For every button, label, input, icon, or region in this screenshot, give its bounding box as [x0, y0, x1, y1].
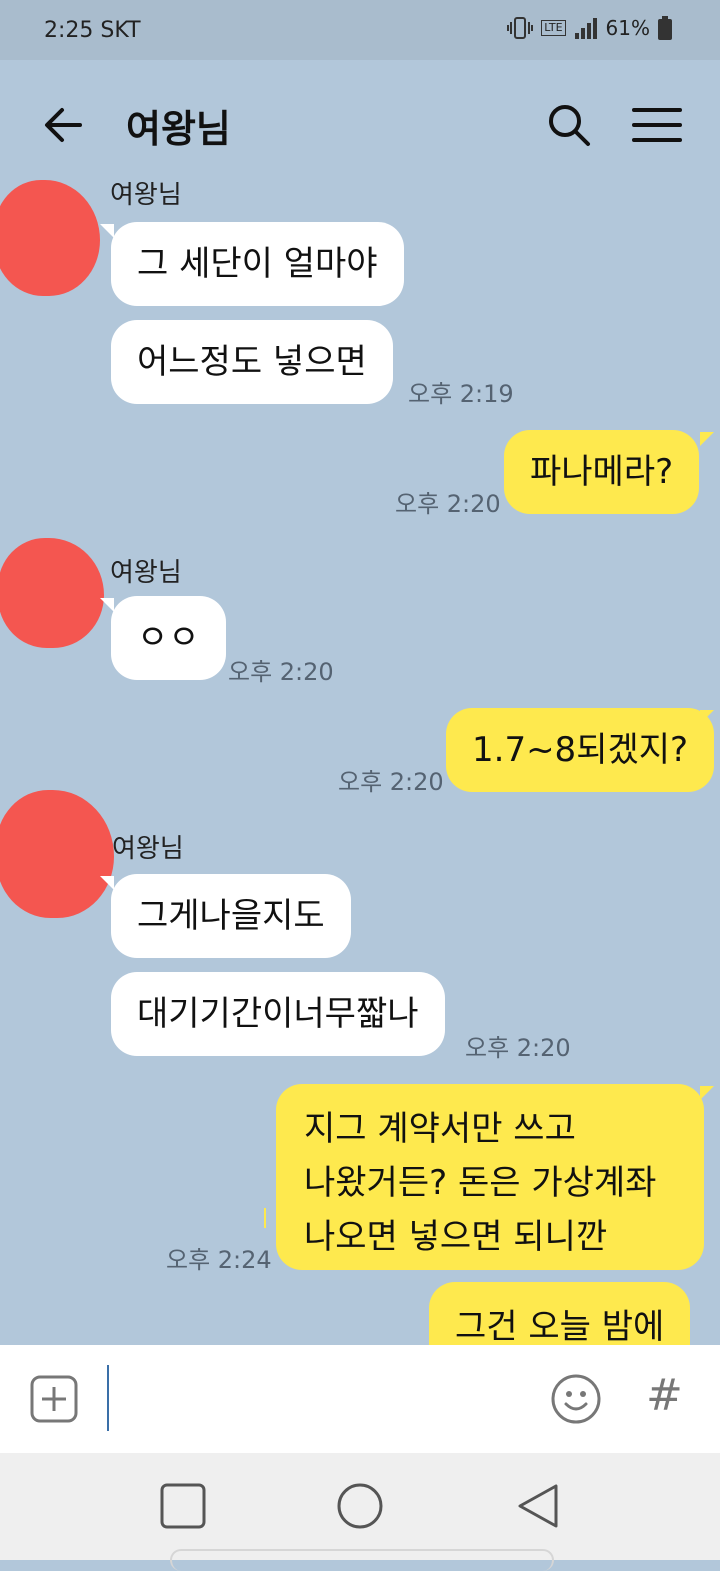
my-message-bubble[interactable]: 그건 오늘 밤에 — [429, 1282, 691, 1345]
lte-icon: LTE — [541, 20, 566, 36]
avatar[interactable] — [0, 538, 104, 648]
system-nav-bar — [0, 1453, 720, 1571]
bubble-tail — [700, 710, 714, 724]
sender-name: 여왕님 — [112, 834, 184, 864]
message-bubble[interactable]: 어느정도 넣으면 — [111, 320, 393, 404]
status-icons: LTE 61% — [507, 16, 672, 40]
chat-list[interactable]: 여왕님 그 세단이 얼마야 어느정도 넣으면 오후 2:19 오후 2:20 파… — [0, 180, 720, 1345]
my-message-bubble[interactable]: 1.7~8되겠지? — [446, 708, 715, 792]
status-time-carrier: 2:25 SKT — [44, 18, 141, 43]
plus-icon[interactable] — [30, 1375, 78, 1423]
battery-percent: 61% — [605, 16, 650, 40]
search-icon[interactable] — [544, 100, 594, 150]
signal-icon — [574, 18, 597, 39]
bubble-tail — [100, 224, 114, 238]
avatar[interactable] — [0, 180, 100, 296]
message-input-bar: # — [0, 1345, 720, 1453]
sender-name: 여왕님 — [110, 558, 182, 588]
recent-apps-icon[interactable] — [158, 1481, 208, 1531]
message-input[interactable] — [116, 1369, 540, 1431]
message-marker — [264, 1208, 266, 1228]
my-message-bubble[interactable]: 파나메라? — [504, 430, 700, 514]
message-bubble[interactable]: 그 세단이 얼마야 — [111, 222, 404, 306]
home-icon[interactable] — [335, 1481, 385, 1531]
status-bar: 2:25 SKT LTE 61% — [0, 0, 720, 60]
vibrate-icon — [507, 17, 534, 39]
message-bubble[interactable]: 대기기간이너무짧나 — [111, 972, 445, 1056]
message-time: 오후 2:20 — [395, 490, 501, 518]
back-arrow-icon[interactable] — [40, 100, 90, 150]
hash-button[interactable]: # — [646, 1371, 683, 1421]
message-bubble[interactable]: 그게나을지도 — [111, 874, 351, 958]
message-time: 오후 2:24 — [166, 1246, 272, 1274]
bubble-tail — [100, 876, 114, 890]
bubble-tail — [100, 598, 114, 612]
my-message-bubble[interactable]: 지그 계약서만 쓰고 나왔거든? 돈은 가상계좌 나오면 넣으면 되니깐 — [276, 1084, 704, 1270]
text-cursor — [107, 1365, 109, 1431]
message-bubble[interactable]: ㅇㅇ — [111, 596, 226, 680]
bubble-tail — [700, 432, 714, 446]
message-time: 오후 2:20 — [338, 768, 444, 796]
message-time: 오후 2:19 — [408, 380, 514, 408]
gesture-pill — [170, 1549, 554, 1571]
message-time: 오후 2:20 — [465, 1034, 571, 1062]
bubble-tail — [700, 1086, 714, 1100]
back-icon[interactable] — [514, 1481, 564, 1531]
message-time: 오후 2:20 — [228, 658, 334, 686]
battery-icon — [658, 16, 672, 40]
emoji-icon[interactable] — [550, 1373, 602, 1425]
sender-name: 여왕님 — [110, 180, 182, 210]
menu-icon[interactable] — [630, 100, 684, 150]
avatar[interactable] — [0, 790, 114, 918]
chat-header: 여왕님 — [0, 60, 720, 190]
chat-title: 여왕님 — [126, 107, 231, 151]
